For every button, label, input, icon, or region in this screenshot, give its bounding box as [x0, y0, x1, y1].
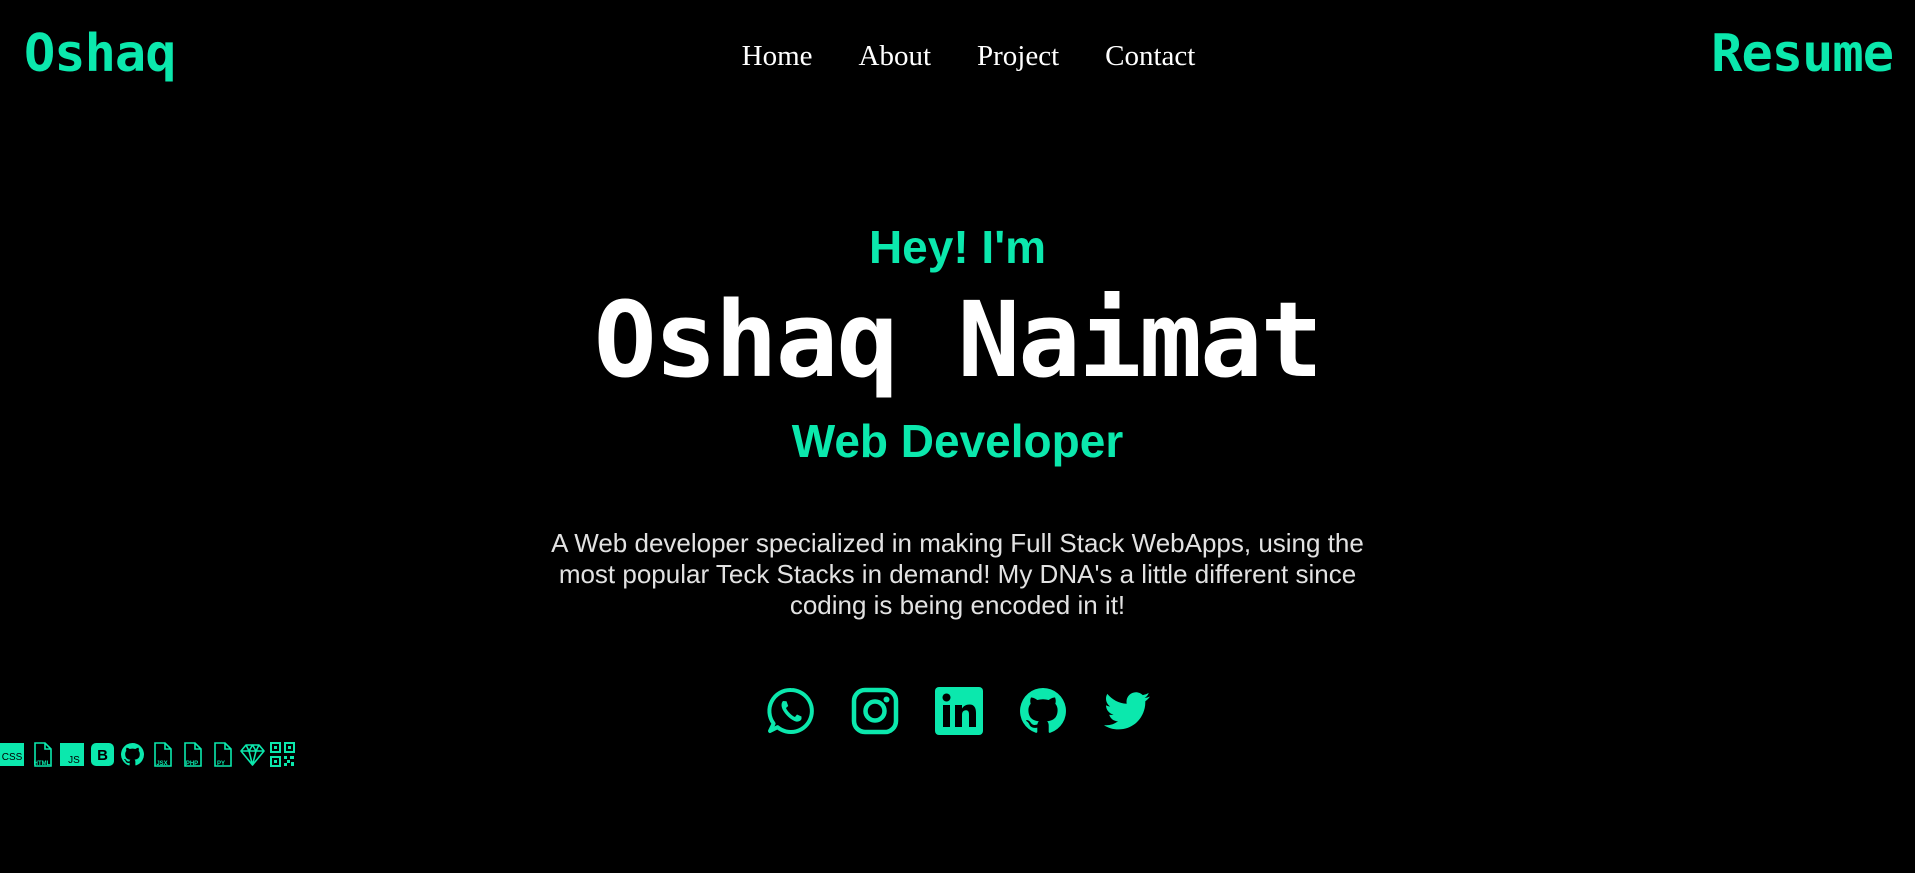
hero-name: Oshaq Naimat	[593, 279, 1323, 401]
bootstrap-icon: B	[90, 742, 115, 767]
ruby-gem-icon	[240, 742, 265, 767]
svg-text:CSS: CSS	[2, 752, 23, 763]
js-icon: JS	[60, 742, 85, 767]
css-icon: CSS	[0, 742, 25, 767]
php-file-icon: PHP	[180, 742, 205, 767]
whatsapp-icon[interactable]	[766, 686, 816, 736]
svg-text:PY: PY	[217, 761, 225, 767]
nav-project-link[interactable]: Project	[977, 36, 1059, 76]
social-links	[0, 686, 1915, 736]
hero-description: A Web developer specialized in making Fu…	[551, 528, 1364, 620]
main-nav: Home About Project Contact	[0, 36, 1915, 76]
nav-about-link[interactable]: About	[859, 36, 932, 76]
linkedin-icon[interactable]	[934, 686, 984, 736]
svg-text:JS: JS	[68, 755, 80, 766]
qr-code-icon	[270, 742, 295, 767]
svg-text:PHP: PHP	[186, 761, 198, 767]
skills-bar: CSS HTML JS B JSX PHP PY	[0, 742, 295, 767]
hero-role: Web Developer	[791, 415, 1124, 467]
nav-home-link[interactable]: Home	[742, 36, 813, 76]
html-file-icon: HTML	[30, 742, 55, 767]
resume-button[interactable]: Resume	[1711, 24, 1894, 84]
python-file-icon: PY	[210, 742, 235, 767]
hero-greeting: Hey! I'm	[868, 221, 1047, 273]
svg-text:HTML: HTML	[34, 761, 51, 767]
twitter-icon[interactable]	[1102, 686, 1152, 736]
svg-text:JSX: JSX	[156, 761, 167, 767]
svg-text:B: B	[97, 747, 108, 764]
nav-contact-link[interactable]: Contact	[1105, 36, 1195, 76]
instagram-icon[interactable]	[850, 686, 900, 736]
github-icon[interactable]	[1018, 686, 1068, 736]
jsx-file-icon: JSX	[150, 742, 175, 767]
github-small-icon	[120, 742, 145, 767]
hero-section: Hey! I'm Oshaq Naimat Web Developer A We…	[0, 218, 1915, 621]
